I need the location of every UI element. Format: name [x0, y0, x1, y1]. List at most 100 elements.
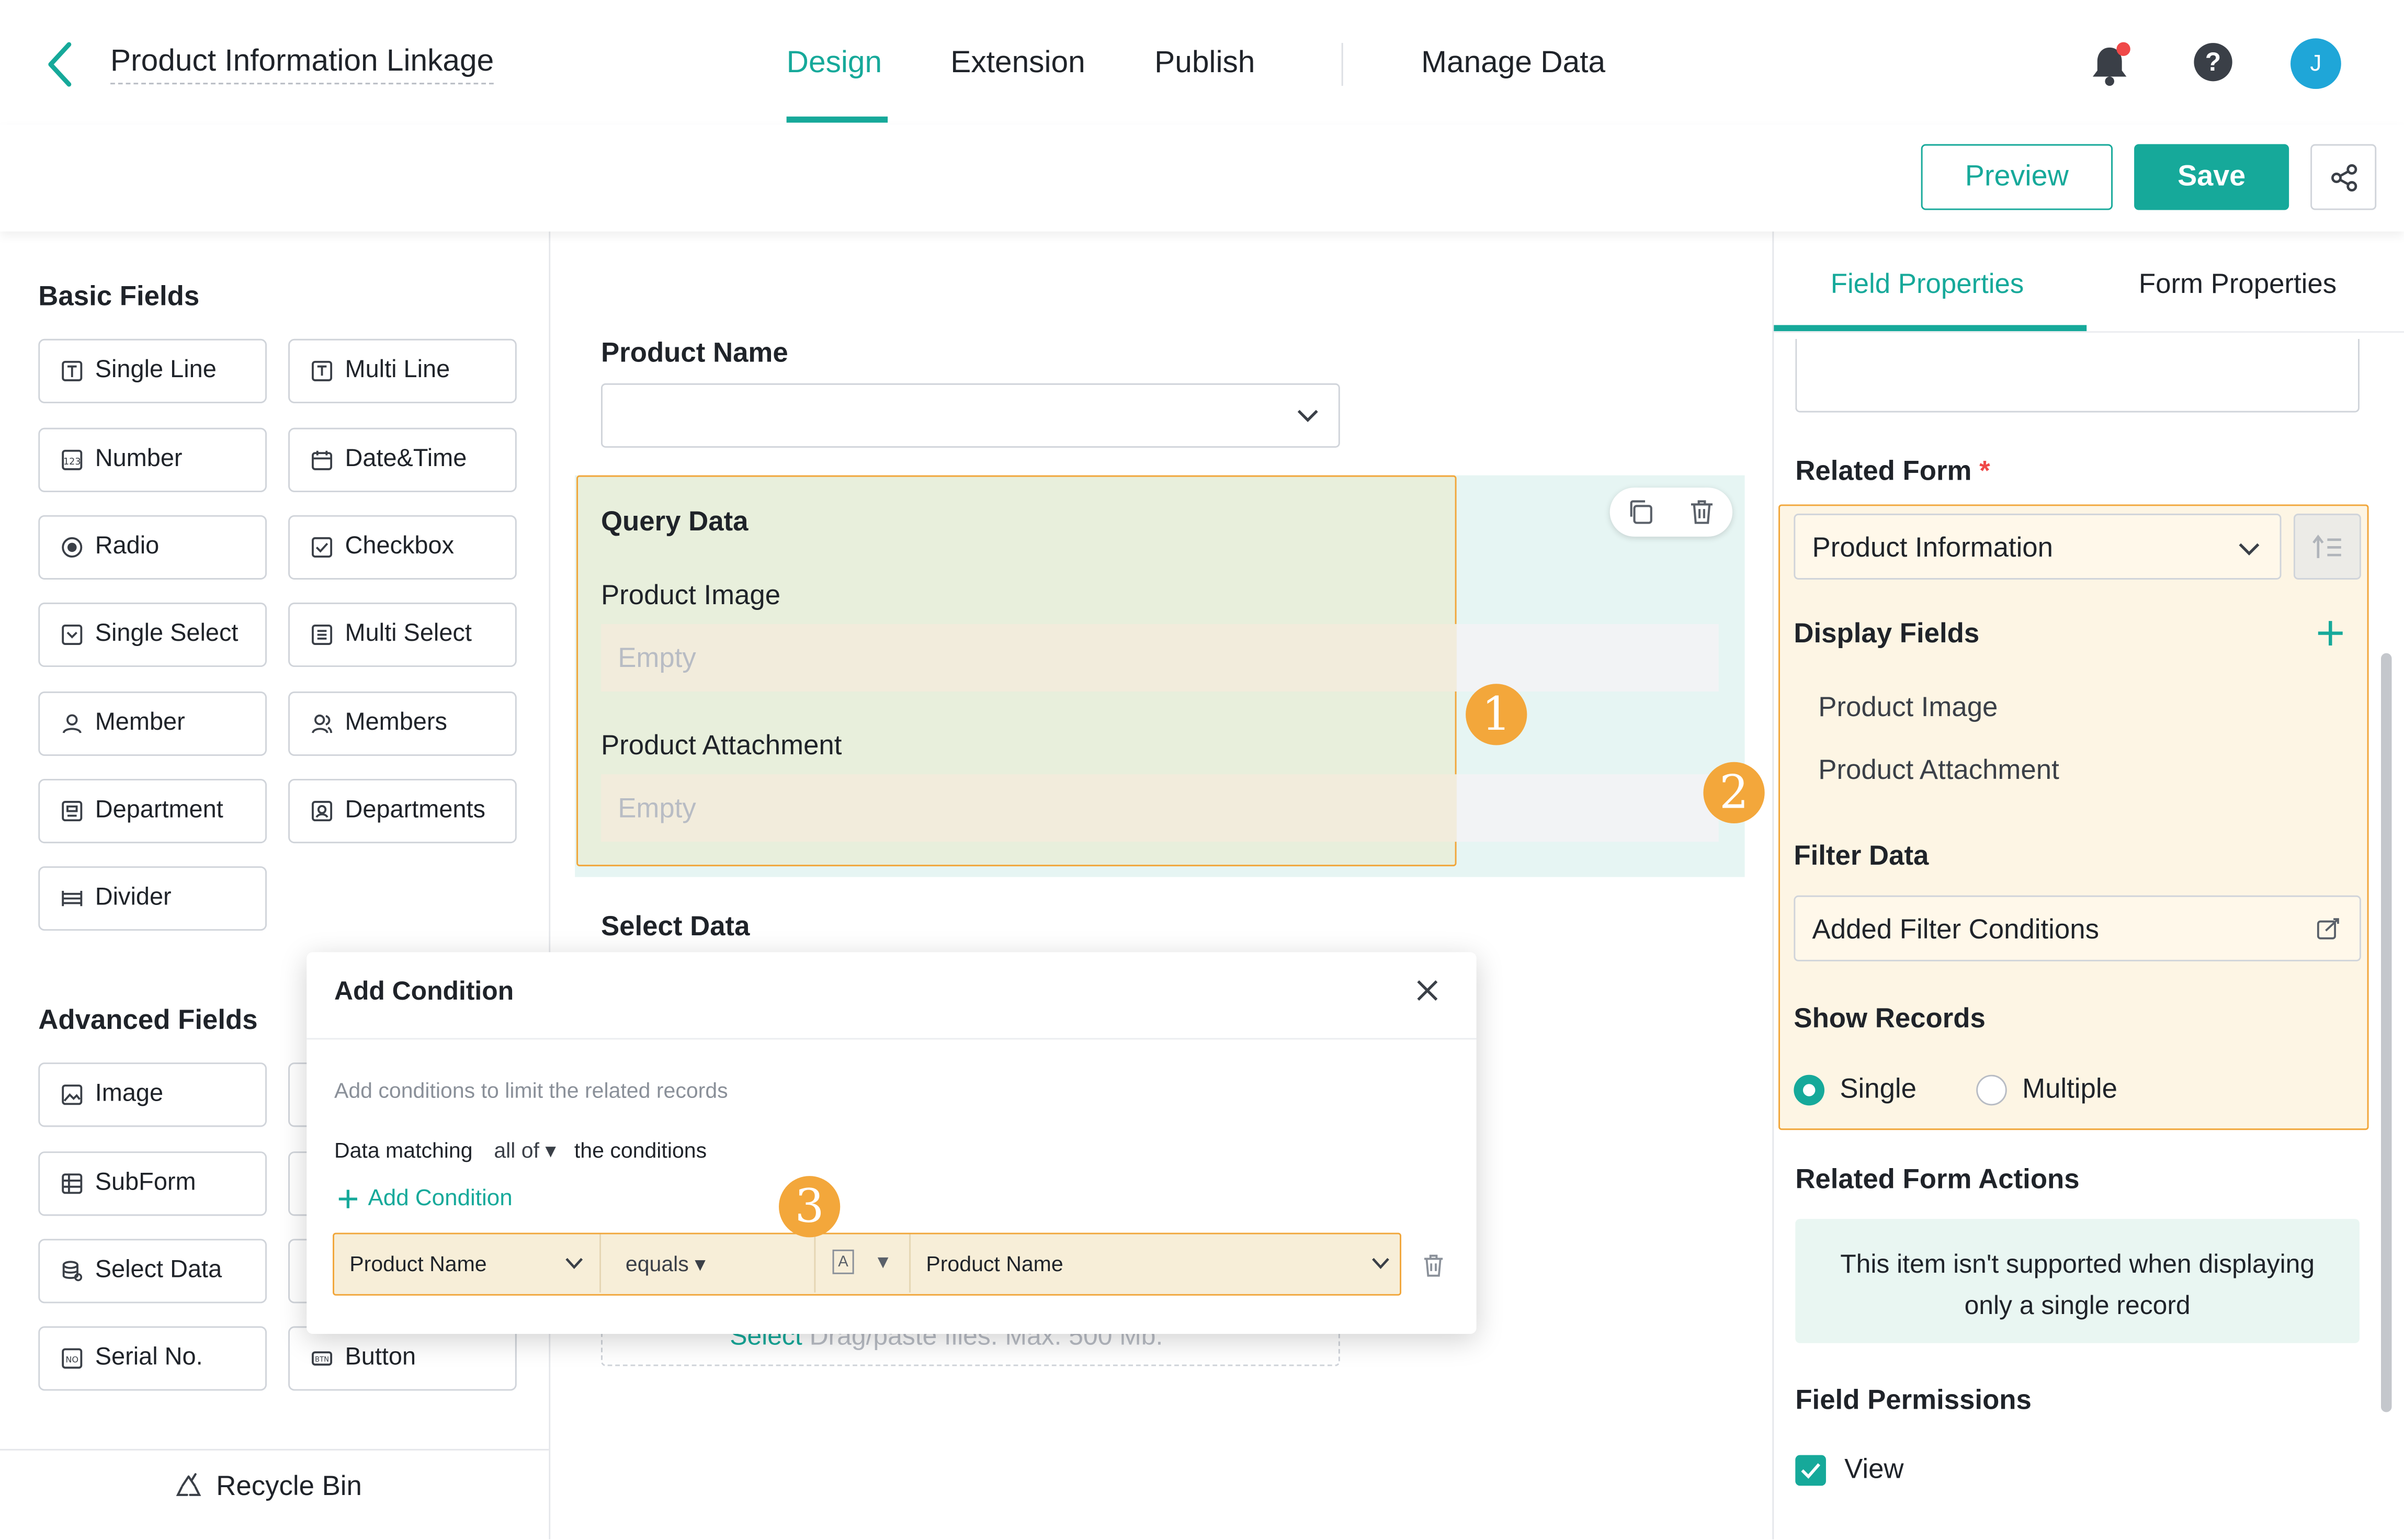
field-multi-select[interactable]: Multi Select: [288, 602, 517, 667]
field-department[interactable]: Department: [38, 778, 267, 844]
field-radio[interactable]: Radio: [38, 515, 267, 580]
delete-condition-icon[interactable]: [1423, 1254, 1444, 1277]
display-fields-label: Display Fields: [1794, 618, 1980, 649]
properties-scrollbar[interactable]: [2380, 653, 2392, 1412]
condition-row: Product Name equals ▾ A ▼ Product Name: [333, 1232, 1402, 1296]
display-field-item[interactable]: Product Image: [1818, 692, 1998, 724]
svg-text:NO: NO: [65, 1354, 78, 1364]
text-type-icon: A: [832, 1249, 854, 1274]
checkbox-checked-icon: [1795, 1454, 1826, 1485]
svg-text:123: 123: [63, 457, 81, 467]
copy-icon[interactable]: [1627, 499, 1654, 526]
field-number[interactable]: 123 Number: [38, 427, 267, 492]
user-avatar[interactable]: J: [2290, 38, 2341, 89]
annotation-badge-2: 2: [1703, 762, 1765, 824]
tab-extension[interactable]: Extension: [950, 43, 1085, 83]
related-form-actions-label: Related Form Actions: [1795, 1163, 2080, 1195]
product-image-value: Empty: [600, 624, 1457, 692]
related-form-select[interactable]: Product Information: [1794, 513, 2282, 580]
field-multi-line[interactable]: Multi Line: [288, 338, 517, 403]
display-field-item[interactable]: Product Attachment: [1818, 754, 2059, 787]
text-area-icon: [312, 360, 333, 381]
annotation-badge-3: 3: [778, 1176, 841, 1238]
sort-icon: [2312, 534, 2341, 558]
field-select-data[interactable]: Select Data: [38, 1239, 267, 1304]
filter-data-field[interactable]: Added Filter Conditions: [1794, 895, 2361, 961]
matching-mode-dropdown[interactable]: all of ▾: [494, 1138, 556, 1162]
field-single-select[interactable]: Single Select: [38, 602, 267, 667]
product-image-label: Product Image: [600, 579, 781, 610]
field-members[interactable]: Members: [288, 691, 517, 756]
dialog-divider: [307, 1038, 1477, 1040]
field-subform[interactable]: SubForm: [38, 1151, 267, 1216]
field-single-line[interactable]: Single Line: [38, 338, 267, 403]
chevron-down-icon: [1297, 410, 1318, 422]
product-name-label: Product Name: [600, 337, 788, 368]
trash-icon[interactable]: [1688, 499, 1716, 526]
dialog-title: Add Condition: [334, 977, 514, 1006]
department-icon: [62, 801, 83, 822]
share-button[interactable]: [2310, 144, 2377, 210]
preview-button[interactable]: Preview: [1921, 144, 2113, 210]
sort-button[interactable]: [2293, 513, 2361, 580]
product-attachment-label: Product Attachment: [600, 730, 842, 761]
condition-value-select[interactable]: Product Name: [911, 1235, 1400, 1293]
advanced-fields-title: Advanced Fields: [38, 1004, 258, 1035]
condition-type-select[interactable]: A ▼: [815, 1234, 911, 1293]
field-departments[interactable]: Departments: [288, 778, 517, 844]
show-records-label: Show Records: [1794, 1002, 1986, 1034]
help-icon[interactable]: ?: [2194, 43, 2232, 82]
app-root: Product Information Linkage Design Exten…: [0, 0, 2404, 1539]
recycle-bin-button[interactable]: Recycle Bin: [173, 1470, 362, 1503]
tab-field-properties[interactable]: Field Properties: [1831, 268, 2024, 301]
field-serial-no[interactable]: NO Serial No.: [38, 1326, 267, 1391]
condition-operator-select[interactable]: equals ▾: [619, 1234, 816, 1293]
tab-active-indicator: [786, 116, 888, 123]
recycle-divider: [0, 1448, 549, 1451]
button-icon: BTN: [312, 1351, 333, 1366]
radio-multiple[interactable]: Multiple: [1976, 1073, 2117, 1106]
tab-manage-data[interactable]: Manage Data: [1421, 43, 1605, 83]
field-image[interactable]: Image: [38, 1062, 267, 1127]
close-icon[interactable]: [1413, 977, 1441, 1004]
calendar-icon: [312, 450, 333, 470]
nav-divider: [1341, 43, 1343, 86]
condition-field-select[interactable]: Product Name: [334, 1234, 601, 1293]
field-checkbox[interactable]: Checkbox: [288, 515, 517, 580]
tab-design[interactable]: Design: [787, 43, 882, 83]
tab-publish[interactable]: Publish: [1154, 43, 1255, 83]
description-textarea[interactable]: [1795, 338, 2360, 413]
toolbar: Preview Save: [0, 124, 2404, 232]
share-icon: [2330, 163, 2356, 191]
field-member[interactable]: Member: [38, 691, 267, 756]
tab-form-properties[interactable]: Form Properties: [2139, 268, 2337, 301]
radio-unchecked-icon: [1976, 1074, 2007, 1105]
field-date-time[interactable]: Date&Time: [288, 427, 517, 492]
departments-icon: [312, 801, 333, 822]
related-actions-note: This item isn't supported when displayin…: [1795, 1219, 2360, 1343]
related-form-highlight: Product Information Display Fields Produ…: [1778, 504, 2369, 1130]
field-button[interactable]: BTN Button: [288, 1326, 517, 1391]
member-icon: [62, 714, 82, 733]
app-title[interactable]: Product Information Linkage: [110, 43, 494, 85]
database-icon: [62, 1261, 83, 1282]
product-name-select[interactable]: [600, 383, 1340, 448]
chevron-down-icon: [2239, 543, 2260, 556]
text-field-icon: [62, 360, 83, 381]
radio-checked-icon: [1794, 1074, 1825, 1105]
add-display-field-icon[interactable]: [2315, 618, 2346, 649]
permission-view-checkbox[interactable]: View: [1795, 1454, 1904, 1486]
save-button[interactable]: Save: [2134, 144, 2289, 210]
properties-panel: Field Properties Form Properties Related…: [1772, 231, 2404, 1539]
add-condition-link[interactable]: Add Condition: [337, 1185, 513, 1211]
notification-bell-icon[interactable]: [2090, 41, 2133, 87]
field-library-panel: Basic Fields Single Line Multi Line 123 N…: [0, 231, 551, 1539]
type-caret-icon: ▼: [874, 1251, 892, 1273]
field-divider[interactable]: Divider: [38, 866, 267, 931]
properties-tab-indicator: [1774, 325, 2087, 332]
radio-single[interactable]: Single: [1794, 1073, 1917, 1106]
number-icon: 123: [62, 449, 83, 470]
divider-icon: [62, 890, 83, 907]
back-chevron-icon[interactable]: [43, 40, 76, 89]
filter-data-label: Filter Data: [1794, 840, 1929, 871]
